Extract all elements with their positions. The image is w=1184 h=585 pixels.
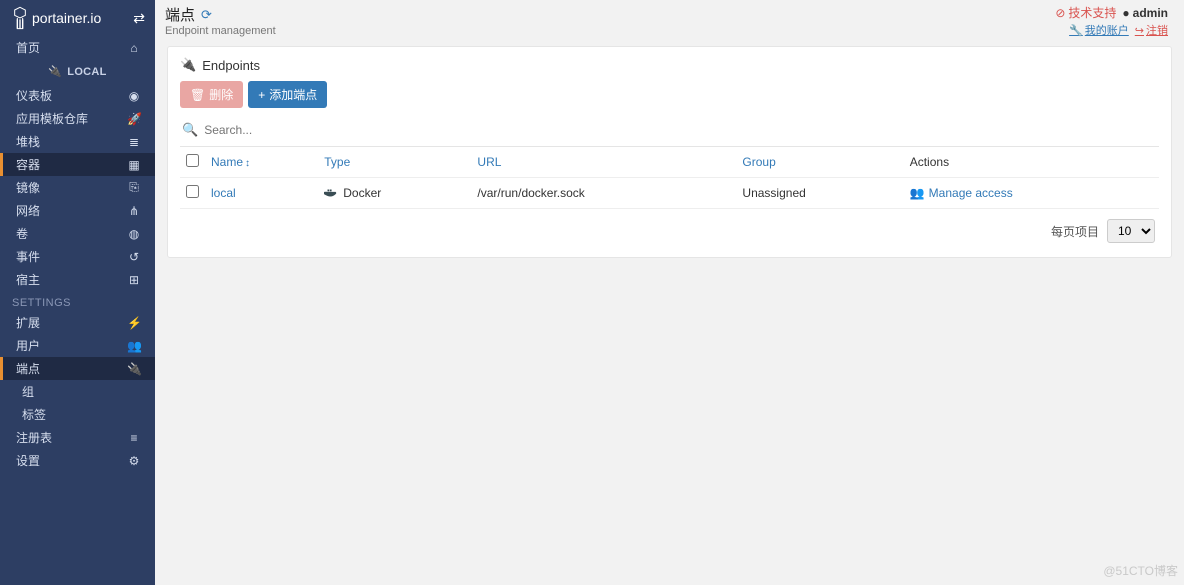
select-all-checkbox[interactable]	[186, 154, 199, 167]
refresh-icon[interactable]: ⟳	[201, 7, 212, 23]
lifebuoy-icon: ⊘	[1055, 6, 1065, 20]
trash-icon: 🗑	[190, 88, 205, 102]
users-icon: 👥	[910, 186, 925, 200]
brand-logo[interactable]: portainer.io	[12, 5, 101, 31]
sidebar-extensions[interactable]: 扩展⚡	[0, 311, 155, 334]
support-link[interactable]: ⊘技术支持	[1055, 4, 1116, 21]
nav-icon: ◉	[127, 89, 141, 103]
swap-icon[interactable]: ⇄	[133, 10, 145, 27]
nav-icon: ↺	[127, 250, 141, 264]
wrench-icon: 🔧	[1069, 24, 1083, 37]
sidebar-item-4[interactable]: 镜像⎘	[0, 176, 155, 199]
plus-icon: +	[258, 88, 265, 102]
endpoint-group: Unassigned	[736, 178, 903, 209]
col-group[interactable]: Group	[736, 147, 903, 178]
pager-label: 每页项目	[1051, 223, 1099, 240]
nav-icon: ⊞	[127, 273, 141, 287]
nav-icon: ⎘	[127, 180, 141, 195]
sidebar-home[interactable]: 首页⌂	[0, 36, 155, 59]
row-checkbox[interactable]	[186, 185, 199, 198]
page-title: 端点	[165, 4, 195, 25]
panel-title: 🔌Endpoints	[168, 47, 1171, 81]
plug-icon: 🔌	[127, 362, 141, 376]
sidebar-item-8[interactable]: 宿主⊞	[0, 268, 155, 291]
sidebar-item-0[interactable]: 仪表板◉	[0, 84, 155, 107]
bolt-icon: ⚡	[127, 316, 141, 330]
sidebar-tags[interactable]: 标签	[0, 403, 155, 426]
pager-select[interactable]: 10	[1107, 219, 1155, 243]
col-actions: Actions	[904, 147, 1159, 178]
users-icon: 👥	[127, 339, 141, 353]
plug-icon: 🔌	[180, 57, 196, 73]
nav-icon: ⋔	[127, 204, 141, 218]
nav-icon: ≣	[127, 135, 141, 149]
home-icon: ⌂	[127, 41, 141, 55]
sidebar-users[interactable]: 用户👥	[0, 334, 155, 357]
sidebar-item-3[interactable]: 容器▦	[0, 153, 155, 176]
sidebar-settings[interactable]: 设置⚙	[0, 449, 155, 472]
sidebar-registries[interactable]: 注册表≡	[0, 426, 155, 449]
signout-icon: ↪	[1135, 24, 1144, 37]
nav-icon: ▦	[127, 158, 141, 172]
cogs-icon: ⚙	[127, 454, 141, 468]
user-icon: ●	[1122, 6, 1129, 20]
sidebar-item-7[interactable]: 事件↺	[0, 245, 155, 268]
sidebar-item-1[interactable]: 应用模板仓库🚀	[0, 107, 155, 130]
search-icon: 🔍	[182, 122, 198, 138]
col-type[interactable]: Type	[318, 147, 471, 178]
nav-icon: 🚀	[127, 112, 141, 126]
sidebar-local-head: 🔌LOCAL	[0, 59, 155, 84]
endpoint-name-link[interactable]: local	[211, 186, 236, 200]
sidebar-groups[interactable]: 组	[0, 380, 155, 403]
database-icon: ≡	[127, 431, 141, 445]
watermark: @51CTO博客	[1103, 562, 1178, 579]
sidebar-settings-head: SETTINGS	[0, 291, 155, 311]
nav-icon: ◍	[127, 227, 141, 241]
endpoint-url: /var/run/docker.sock	[471, 178, 736, 209]
add-endpoint-button[interactable]: +添加端点	[248, 81, 327, 108]
docker-icon	[324, 187, 338, 199]
brand-text: portainer.io	[32, 10, 101, 26]
sidebar-item-2[interactable]: 堆栈≣	[0, 130, 155, 153]
col-name[interactable]: Name↕	[205, 147, 318, 178]
search-input[interactable]	[204, 123, 1157, 137]
sidebar-item-6[interactable]: 卷◍	[0, 222, 155, 245]
manage-access-link[interactable]: 👥Manage access	[910, 186, 1153, 200]
sidebar-endpoints[interactable]: 端点🔌	[0, 357, 155, 380]
sidebar-item-5[interactable]: 网络⋔	[0, 199, 155, 222]
user-label[interactable]: ●admin	[1122, 6, 1168, 20]
table-row: local Docker /var/run/docker.sock Unassi…	[180, 178, 1159, 209]
delete-button[interactable]: 🗑删除	[180, 81, 243, 108]
sort-icon: ↕	[245, 158, 250, 169]
col-url[interactable]: URL	[471, 147, 736, 178]
plug-icon: 🔌	[48, 65, 62, 78]
